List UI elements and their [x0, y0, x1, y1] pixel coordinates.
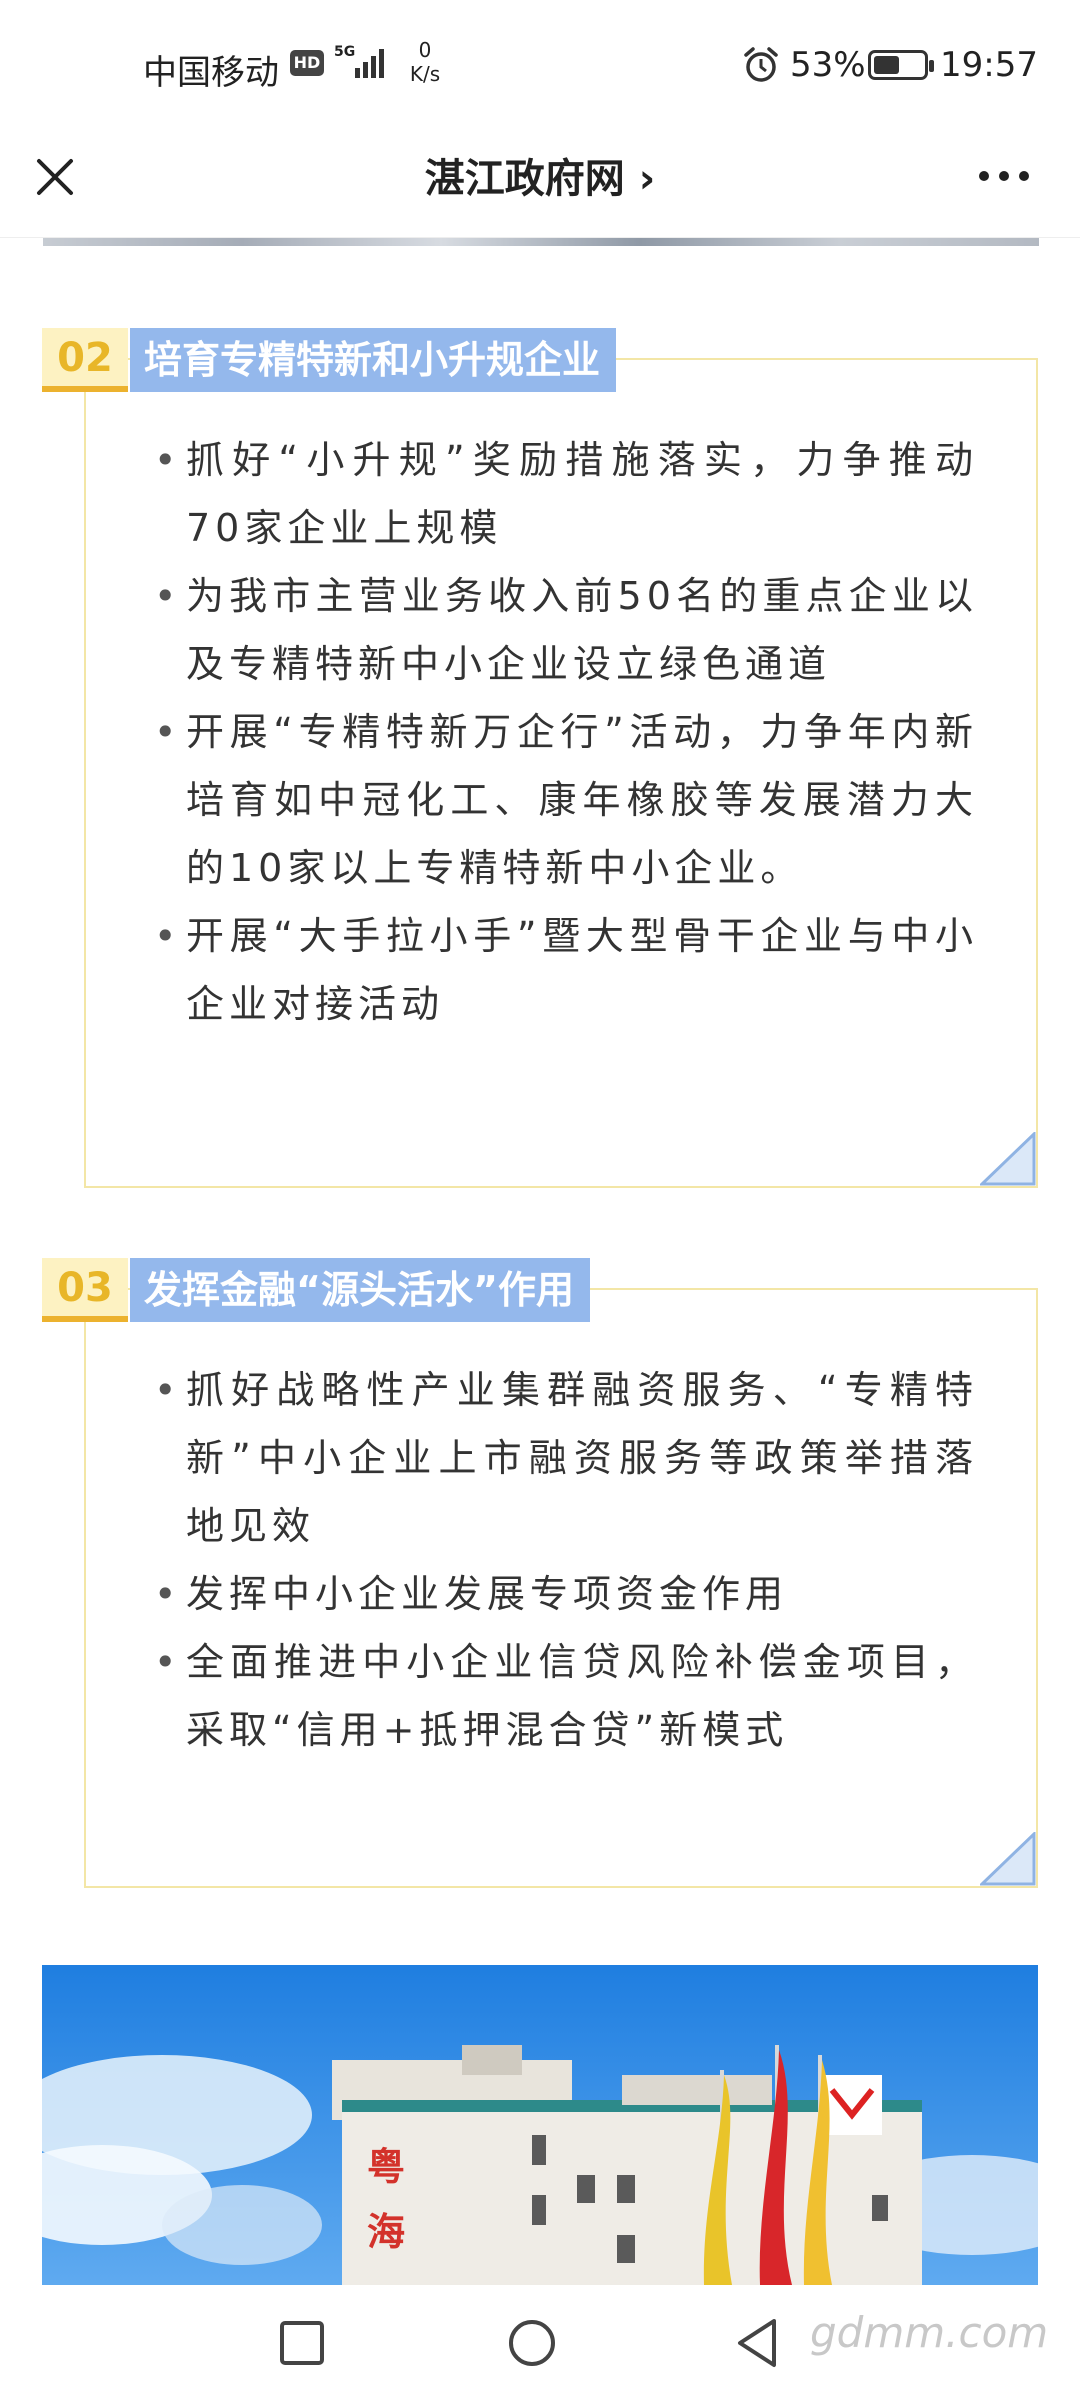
list-item: 抓好“小升规”奖励措施落实，力争推动70家企业上规模	[154, 426, 978, 562]
alarm-icon	[744, 47, 778, 82]
more-icon[interactable]	[976, 166, 1032, 186]
watermark: gdmm.com	[810, 2308, 1049, 2357]
list-item: 发挥中小企业发展专项资金作用	[154, 1560, 978, 1628]
signal-icon	[355, 49, 384, 78]
carrier-name: 中国移动	[143, 53, 279, 93]
back-icon[interactable]	[728, 2313, 788, 2373]
speed-unit: K/s	[409, 62, 441, 86]
speed-value: 0	[418, 38, 432, 62]
section-02: 02 培育专精特新和小升规企业 抓好“小升规”奖励措施落实，力争推动70家企业上…	[0, 328, 1080, 1188]
hd-badge: HD	[290, 50, 324, 76]
clock: 19:57	[940, 45, 1038, 85]
battery-icon	[868, 50, 934, 80]
list-item: 开展“大手拉小手”暨大型骨干企业与中小企业对接活动	[154, 902, 978, 1038]
battery-percent: 53%	[790, 45, 866, 85]
bullet-list: 抓好战略性产业集群融资服务、“专精特新”中小企业上市融资服务等政策举措落地见效 …	[154, 1356, 978, 1764]
section-title: 培育专精特新和小升规企业	[130, 328, 617, 392]
network-speed: 0 K/s	[405, 38, 445, 86]
status-bar: 中国移动 HD 5G 0 K/s 53% 19:57	[0, 0, 1080, 130]
corner-triangle-icon	[980, 1832, 1036, 1886]
network-type: 5G	[334, 44, 356, 60]
building-photo: 粤 海	[42, 1965, 1038, 2285]
section-number: 03	[42, 1258, 128, 1322]
list-item: 抓好战略性产业集群融资服务、“专精特新”中小企业上市融资服务等政策举措落地见效	[154, 1356, 978, 1560]
battery-level	[874, 56, 899, 74]
list-item: 开展“专精特新万企行”活动，力争年内新培育如中冠化工、康年橡胶等发展潜力大的10…	[154, 698, 978, 902]
recent-apps-icon[interactable]	[272, 2313, 332, 2373]
list-item: 全面推进中小企业信贷风险补偿金项目，采取“信用+抵押混合贷”新模式	[154, 1628, 978, 1764]
page-title[interactable]: 湛江政府网 ›	[0, 146, 1080, 204]
section-title: 发挥金融“源头活水”作用	[130, 1258, 590, 1322]
section-03: 03 发挥金融“源头活水”作用 抓好战略性产业集群融资服务、“专精特新”中小企业…	[0, 1258, 1080, 1898]
home-icon[interactable]	[502, 2313, 562, 2373]
list-item: 为我市主营业务收入前50名的重点企业以及专精特新中小企业设立绿色通道	[154, 562, 978, 698]
corner-triangle-icon	[980, 1132, 1036, 1186]
sign-char: 海	[367, 2212, 405, 2254]
top-nav-bar: 湛江政府网 ›	[0, 130, 1080, 238]
bullet-list: 抓好“小升规”奖励措施落实，力争推动70家企业上规模 为我市主营业务收入前50名…	[154, 426, 978, 1038]
sign-char: 粤	[367, 2147, 405, 2189]
previous-image-edge	[43, 238, 1039, 246]
section-number: 02	[42, 328, 128, 392]
